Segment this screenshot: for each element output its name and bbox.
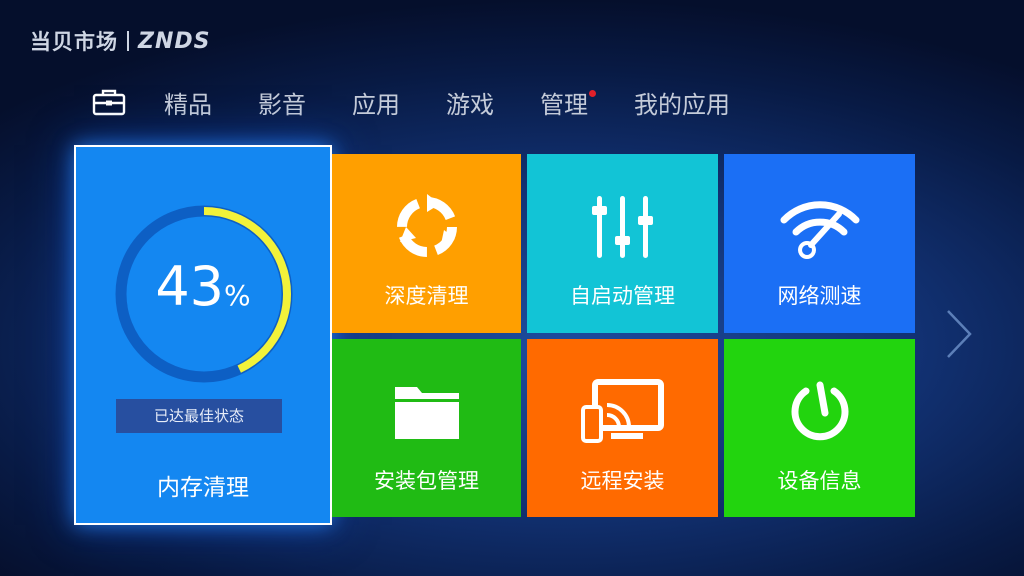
nav-tab-apps[interactable]: 应用: [352, 85, 400, 120]
power-icon: [791, 381, 848, 441]
remote-install-label: 远程安装: [580, 469, 665, 493]
package-management-tile[interactable]: 安装包管理: [332, 339, 521, 517]
device-info-label: 设备信息: [777, 469, 862, 493]
chevron-right-icon[interactable]: [944, 308, 974, 360]
nav-tab-featured[interactable]: 精品: [164, 85, 212, 120]
nav-tab-manage[interactable]: 管理: [540, 85, 596, 120]
nav-tab-media[interactable]: 影音: [258, 85, 306, 120]
memory-cleanup-label: 内存清理: [157, 475, 249, 501]
toolbox-icon[interactable]: [90, 82, 128, 122]
nav-tab-games[interactable]: 游戏: [446, 85, 494, 120]
nav-tab-my-apps[interactable]: 我的应用: [634, 85, 730, 120]
remote-install-tile[interactable]: 远程安装: [527, 339, 718, 517]
autostart-management-label: 自启动管理: [570, 284, 675, 308]
device-info-tile[interactable]: 设备信息: [724, 339, 915, 517]
memory-percent: 43%: [76, 255, 330, 318]
top-nav: 精品 影音 应用 游戏 管理 我的应用: [90, 80, 776, 124]
network-speed-tile[interactable]: 网络测速: [724, 154, 915, 333]
nav-tab-manage-label: 管理: [540, 90, 588, 119]
status-badge: 已达最佳状态: [116, 399, 282, 433]
notification-dot: [589, 89, 596, 97]
brand-name-en: ZNDS: [138, 28, 211, 54]
recycle-icon: [396, 194, 457, 257]
brand-logo: 当贝市场 ZNDS: [30, 26, 210, 56]
wifi-speed-icon: [780, 201, 859, 259]
memory-cleanup-tile[interactable]: 43% 已达最佳状态 内存清理: [74, 145, 332, 525]
autostart-management-tile[interactable]: 自启动管理: [527, 154, 718, 333]
memory-percent-value: 43: [155, 255, 225, 318]
deep-clean-label: 深度清理: [384, 284, 469, 308]
network-speed-label: 网络测速: [777, 284, 862, 308]
sliders-icon: [591, 196, 653, 258]
brand-name-cn: 当贝市场: [30, 30, 118, 54]
brand-divider: [127, 31, 129, 51]
folder-icon: [394, 387, 459, 439]
cast-icon: [580, 379, 664, 443]
package-management-label: 安装包管理: [374, 469, 479, 493]
memory-percent-sign: %: [224, 279, 251, 312]
deep-clean-tile[interactable]: 深度清理: [332, 154, 521, 333]
